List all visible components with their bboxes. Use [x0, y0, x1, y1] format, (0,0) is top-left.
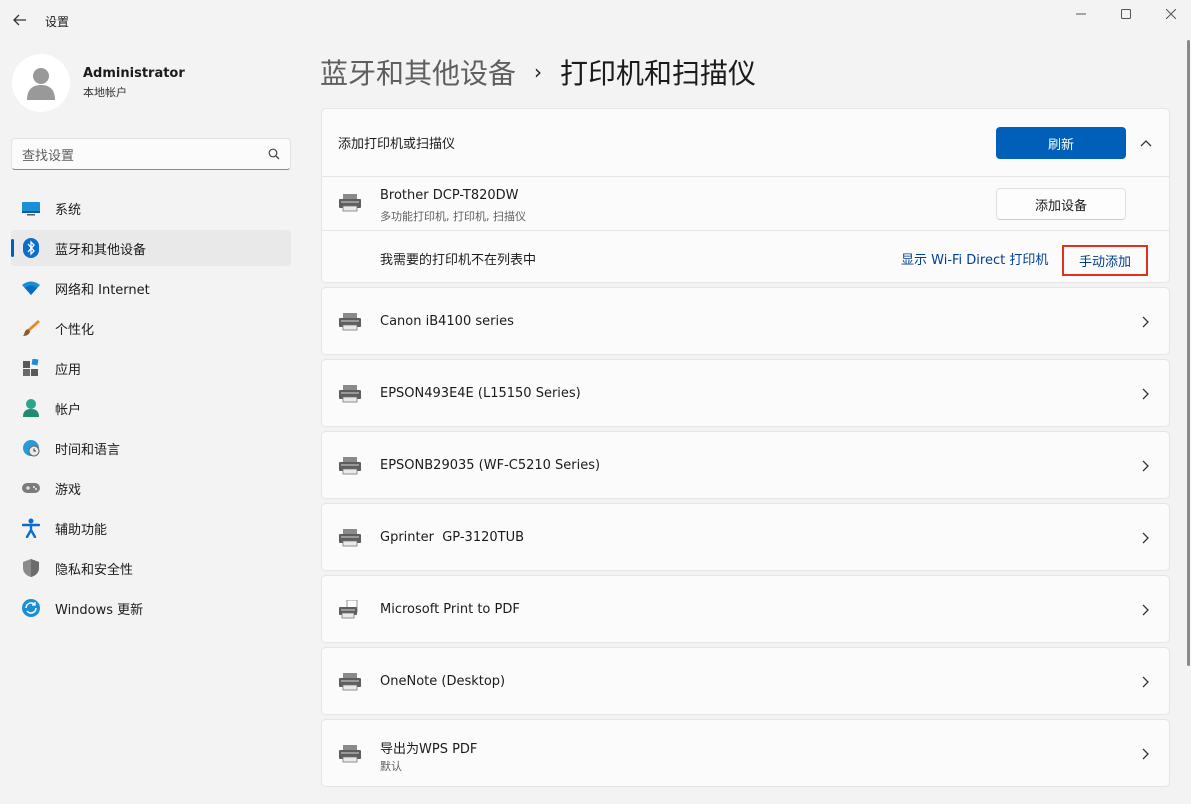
chevron-up-icon	[1140, 140, 1152, 147]
pdf-printer-icon	[339, 600, 358, 619]
discovered-printer-row: Brother DCP-T820DW 多功能打印机, 打印机, 扫描仪 添加设备	[322, 177, 1169, 231]
sidebar-item-label: 游戏	[55, 482, 82, 498]
update-icon	[21, 598, 41, 618]
printer-icon	[339, 313, 361, 331]
printer-icon	[339, 457, 361, 475]
chevron-right-icon	[1134, 526, 1158, 550]
show-wifi-direct-link[interactable]: 显示 Wi-Fi Direct 打印机	[901, 249, 1048, 268]
wifi-icon	[21, 278, 41, 298]
sidebar-item-label: 个性化	[55, 322, 95, 338]
chevron-right-icon	[1134, 382, 1158, 406]
sidebar-item-label: 帐户	[55, 402, 82, 418]
breadcrumb: 蓝牙和其他设备 › 打印机和扫描仪	[320, 52, 756, 92]
close-button[interactable]	[1148, 4, 1191, 24]
printer-icon	[339, 745, 361, 763]
apps-icon	[21, 358, 41, 378]
sidebar-item-label: 网络和 Internet	[55, 282, 150, 298]
minimize-icon	[1076, 13, 1086, 15]
sidebar-item-label: 辅助功能	[55, 522, 108, 538]
sidebar-nav: 系统 蓝牙和其他设备 网络和 Internet 个性化 应用 帐户 时间和语言 …	[11, 190, 291, 630]
sidebar-item-label: Windows 更新	[55, 602, 144, 618]
back-button[interactable]	[8, 8, 32, 32]
printer-item-epson-wf-c5210[interactable]: EPSONB29035 (WF-C5210 Series)	[321, 431, 1170, 499]
sidebar-item-gaming[interactable]: 游戏	[11, 470, 291, 506]
profile-account-type: 本地帐户	[83, 86, 127, 99]
sidebar-item-label: 系统	[55, 202, 82, 218]
sidebar-item-system[interactable]: 系统	[11, 190, 291, 226]
sidebar-item-privacy-security[interactable]: 隐私和安全性	[11, 550, 291, 586]
chevron-right-icon	[1134, 310, 1158, 334]
printer-item-onenote[interactable]: OneNote (Desktop)	[321, 647, 1170, 715]
scrollbar[interactable]	[1187, 40, 1190, 666]
page-title: 打印机和扫描仪	[560, 57, 757, 90]
discovered-printer-name: Brother DCP-T820DW	[380, 188, 519, 203]
accessibility-icon	[21, 518, 41, 538]
sidebar-item-network[interactable]: 网络和 Internet	[11, 270, 291, 306]
discovered-printer-type: 多功能打印机, 打印机, 扫描仪	[380, 210, 526, 223]
printer-name: Microsoft Print to PDF	[380, 602, 520, 617]
printer-name: Canon iB4100 series	[380, 314, 514, 329]
search-icon	[268, 148, 280, 160]
sidebar-item-accounts[interactable]: 帐户	[11, 390, 291, 426]
printer-icon	[339, 673, 361, 691]
add-printer-section: 添加打印机或扫描仪 刷新 Brother DCP-T820DW 多功能打印机, …	[321, 108, 1170, 283]
app-title: 设置	[45, 15, 70, 29]
sidebar-item-apps[interactable]: 应用	[11, 350, 291, 386]
sidebar-item-label: 隐私和安全性	[55, 562, 134, 578]
user-profile[interactable]: Administrator 本地帐户	[12, 54, 185, 112]
gamepad-icon	[21, 478, 41, 498]
brush-icon	[21, 318, 41, 338]
close-icon	[1166, 9, 1176, 19]
printer-name: Gprinter GP-3120TUB	[380, 530, 525, 545]
maximize-button[interactable]	[1103, 4, 1149, 24]
back-arrow-icon	[13, 14, 26, 26]
globe-clock-icon	[21, 438, 41, 458]
printer-item-canon[interactable]: Canon iB4100 series	[321, 287, 1170, 355]
minimize-button[interactable]	[1058, 4, 1104, 24]
refresh-button[interactable]: 刷新	[996, 127, 1126, 159]
printer-not-listed-label: 我需要的打印机不在列表中	[380, 253, 537, 268]
account-icon	[21, 398, 41, 418]
printer-not-listed-row: 我需要的打印机不在列表中 显示 Wi-Fi Direct 打印机 手动添加	[322, 231, 1169, 283]
breadcrumb-parent[interactable]: 蓝牙和其他设备	[320, 52, 516, 92]
title-bar: 设置	[0, 0, 1191, 42]
chevron-right-icon	[1134, 454, 1158, 478]
breadcrumb-chevron-icon: ›	[534, 60, 543, 84]
default-printer-label: 默认	[380, 760, 402, 773]
printer-item-microsoft-pdf[interactable]: Microsoft Print to PDF	[321, 575, 1170, 643]
chevron-right-icon	[1134, 598, 1158, 622]
printer-name: EPSON493E4E (L15150 Series)	[380, 386, 581, 401]
shield-icon	[21, 558, 41, 578]
printer-icon	[339, 529, 361, 547]
printer-item-gprinter[interactable]: Gprinter GP-3120TUB	[321, 503, 1170, 571]
sidebar-item-accessibility[interactable]: 辅助功能	[11, 510, 291, 546]
search-input[interactable]: 查找设置	[22, 145, 268, 164]
chevron-right-icon	[1134, 742, 1158, 766]
sidebar-item-bluetooth-devices[interactable]: 蓝牙和其他设备	[11, 230, 291, 266]
printer-icon	[339, 194, 361, 212]
sidebar-item-label: 应用	[55, 362, 82, 378]
user-avatar-icon	[27, 68, 55, 100]
sidebar-item-personalization[interactable]: 个性化	[11, 310, 291, 346]
sidebar-item-windows-update[interactable]: Windows 更新	[11, 590, 291, 626]
collapse-button[interactable]	[1134, 131, 1158, 155]
printer-icon	[339, 385, 361, 403]
bluetooth-icon	[21, 238, 41, 258]
chevron-right-icon	[1134, 670, 1158, 694]
printer-name: 导出为WPS PDF	[380, 742, 478, 757]
printer-name: OneNote (Desktop)	[380, 674, 506, 689]
add-manually-link[interactable]: 手动添加	[1062, 245, 1148, 276]
printer-item-wps-pdf[interactable]: 导出为WPS PDF 默认	[321, 719, 1170, 787]
sidebar-item-time-language[interactable]: 时间和语言	[11, 430, 291, 466]
add-device-button[interactable]: 添加设备	[996, 188, 1126, 220]
printer-name: EPSONB29035 (WF-C5210 Series)	[380, 458, 601, 473]
profile-name: Administrator	[83, 66, 185, 81]
sidebar-item-label: 蓝牙和其他设备	[55, 242, 147, 258]
printer-item-epson-l15150[interactable]: EPSON493E4E (L15150 Series)	[321, 359, 1170, 427]
sidebar-item-label: 时间和语言	[55, 442, 121, 458]
avatar	[12, 54, 70, 112]
system-icon	[21, 198, 41, 218]
search-box[interactable]: 查找设置	[11, 138, 291, 170]
maximize-icon	[1121, 9, 1131, 19]
